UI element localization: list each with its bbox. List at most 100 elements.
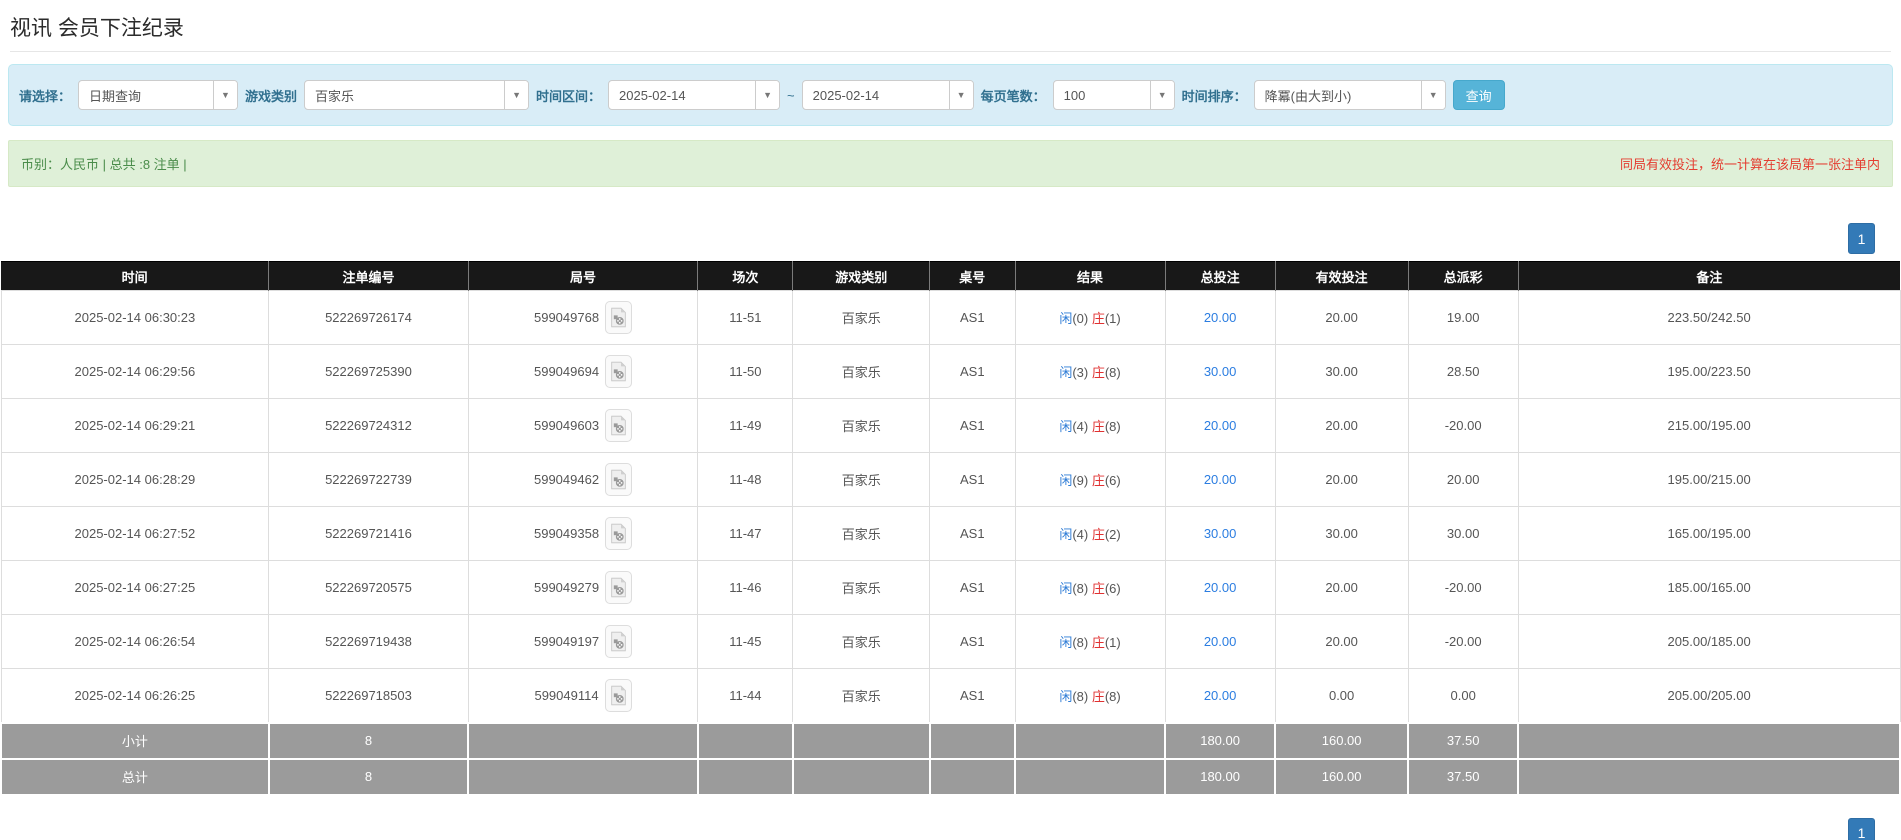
query-type-label: 请选择： <box>19 88 72 104</box>
video-replay-button[interactable] <box>604 678 632 712</box>
chevron-down-icon: ▼ <box>1149 81 1174 109</box>
payout-cell: 30.00 <box>1407 506 1519 561</box>
remark-cell: 165.00/195.00 <box>1517 506 1901 561</box>
remark-cell: 195.00/223.50 <box>1517 344 1901 399</box>
video-replay-button[interactable] <box>605 409 633 442</box>
page-size-select[interactable]: 100 ▼ <box>1052 80 1175 110</box>
bets-table: 时间 注单编号 局号 场次 游戏类别 桌号 结果 总投注 有效投注 总派彩 备注 2025-02-1… <box>0 261 1901 796</box>
round-number: 599049694 <box>533 364 600 379</box>
summary-label-cell: 小计 <box>0 721 270 760</box>
round-number: 599049768 <box>533 310 600 325</box>
player-score: (3) <box>1072 365 1092 380</box>
round-cell: 599049603 <box>467 398 699 453</box>
total-bet-link[interactable]: 30.00 <box>1204 364 1237 379</box>
remark-cell <box>1517 721 1901 760</box>
date-from-select[interactable]: 2025-02-14 ▼ <box>608 80 781 110</box>
result-cell: 闲(9) 庄(6) <box>1014 452 1166 507</box>
player-result: 闲 <box>1059 419 1073 434</box>
total-bet-link[interactable]: 20.00 <box>1204 688 1237 703</box>
round-number: 599049462 <box>533 472 600 487</box>
result-cell: 闲(3) 庄(8) <box>1014 344 1166 399</box>
round-cell <box>467 721 699 760</box>
video-replay-button[interactable] <box>605 355 633 388</box>
valid-bet-cell: 20.00 <box>1274 398 1409 453</box>
table-number-cell: AS1 <box>929 398 1016 453</box>
result-cell: 闲(8) 庄(6) <box>1014 560 1166 615</box>
banker-score: (8) <box>1104 365 1121 380</box>
session-cell: 11-49 <box>697 398 794 453</box>
query-type-select[interactable]: 日期查询 ▼ <box>78 80 239 110</box>
total-bet-cell: 30.00 <box>1164 344 1276 399</box>
total-bet-link[interactable]: 20.00 <box>1204 634 1237 649</box>
total-bet-link[interactable]: 30.00 <box>1204 526 1237 541</box>
time-cell: 2025-02-14 06:29:56 <box>0 344 270 399</box>
total-bet-cell: 20.00 <box>1164 614 1276 669</box>
column-header: 游戏类别 <box>792 261 931 291</box>
pagination-top: 1 <box>0 223 1901 254</box>
bet-id-cell: 522269722739 <box>268 452 469 507</box>
session-cell: 11-48 <box>697 452 794 507</box>
total-bet-link[interactable]: 20.00 <box>1204 580 1237 595</box>
time-cell: 2025-02-14 06:29:21 <box>0 398 270 453</box>
banker-score: (6) <box>1104 473 1121 488</box>
payout-cell: 37.50 <box>1407 721 1520 760</box>
date-to-select[interactable]: 2025-02-14 ▼ <box>801 80 974 110</box>
game-category-cell: 百家乐 <box>792 614 931 669</box>
column-header: 场次 <box>697 261 794 291</box>
session-cell: 11-47 <box>697 506 794 561</box>
query-type-value: 日期查询 <box>89 88 142 104</box>
film-document-icon <box>611 631 626 652</box>
total-bet-link[interactable]: 20.00 <box>1204 472 1237 487</box>
round-number: 599049603 <box>533 418 600 433</box>
page-1-button[interactable]: 1 <box>1848 817 1875 840</box>
round-number: 599049114 <box>534 687 599 703</box>
round-wrap: 599049197 <box>534 625 633 658</box>
table-number-cell: AS1 <box>929 560 1016 615</box>
chevron-down-icon: ▼ <box>948 81 973 109</box>
time-sort-label: 时间排序： <box>1181 88 1247 104</box>
result-cell: 闲(4) 庄(2) <box>1014 506 1166 561</box>
table-row: 2025-02-14 06:26:54 522269719438 599049197… <box>0 614 1901 669</box>
film-document-icon <box>611 469 626 490</box>
video-replay-button[interactable] <box>605 517 633 550</box>
payout-cell: -20.00 <box>1407 560 1519 615</box>
time-sort-select[interactable]: 降冪(由大到小) ▼ <box>1253 80 1446 110</box>
game-category-select[interactable]: 百家乐 ▼ <box>304 80 530 110</box>
bet-id-cell: 522269725390 <box>268 344 469 399</box>
time-cell: 2025-02-14 06:27:25 <box>0 560 270 615</box>
remark-cell: 185.00/165.00 <box>1517 560 1901 615</box>
game-category-label: 游戏类别 <box>245 88 298 104</box>
video-replay-button[interactable] <box>605 301 633 334</box>
round-cell <box>467 757 699 796</box>
round-wrap: 599049114 <box>534 678 632 712</box>
result-cell: 闲(8) 庄(1) <box>1014 614 1166 669</box>
remark-cell <box>1517 757 1901 796</box>
table-header-row: 时间 注单编号 局号 场次 游戏类别 桌号 结果 总投注 有效投注 总派彩 备注 <box>1 261 1900 291</box>
search-button[interactable]: 查询 <box>1452 80 1505 110</box>
round-cell: 599049197 <box>467 614 699 669</box>
table-row: 2025-02-14 06:29:56 522269725390 599049694… <box>0 344 1901 399</box>
chevron-down-icon: ▼ <box>1420 81 1445 109</box>
round-cell: 599049768 <box>467 290 699 345</box>
video-replay-button[interactable] <box>605 625 633 658</box>
total-bet-link[interactable]: 20.00 <box>1204 418 1237 433</box>
valid-bet-cell: 160.00 <box>1274 721 1410 760</box>
valid-bet-cell: 20.00 <box>1274 560 1409 615</box>
total-bet-link[interactable]: 20.00 <box>1204 310 1237 325</box>
column-header: 备注 <box>1518 261 1900 291</box>
player-score: (9) <box>1072 473 1092 488</box>
game-category-cell: 百家乐 <box>792 506 931 561</box>
page-1-button[interactable]: 1 <box>1848 223 1875 254</box>
player-score: (4) <box>1072 527 1092 542</box>
chevron-down-icon: ▼ <box>504 81 529 109</box>
remark-cell: 223.50/242.50 <box>1517 290 1901 345</box>
column-header: 有效投注 <box>1275 261 1409 291</box>
game-category-value: 百家乐 <box>315 88 355 104</box>
player-result: 闲 <box>1059 365 1073 380</box>
video-replay-button[interactable] <box>605 463 633 496</box>
column-header: 时间 <box>1 261 270 291</box>
table-number-cell: AS1 <box>929 506 1016 561</box>
bet-id-cell: 522269724312 <box>268 398 469 453</box>
video-replay-button[interactable] <box>605 571 633 604</box>
film-document-icon <box>611 523 626 544</box>
